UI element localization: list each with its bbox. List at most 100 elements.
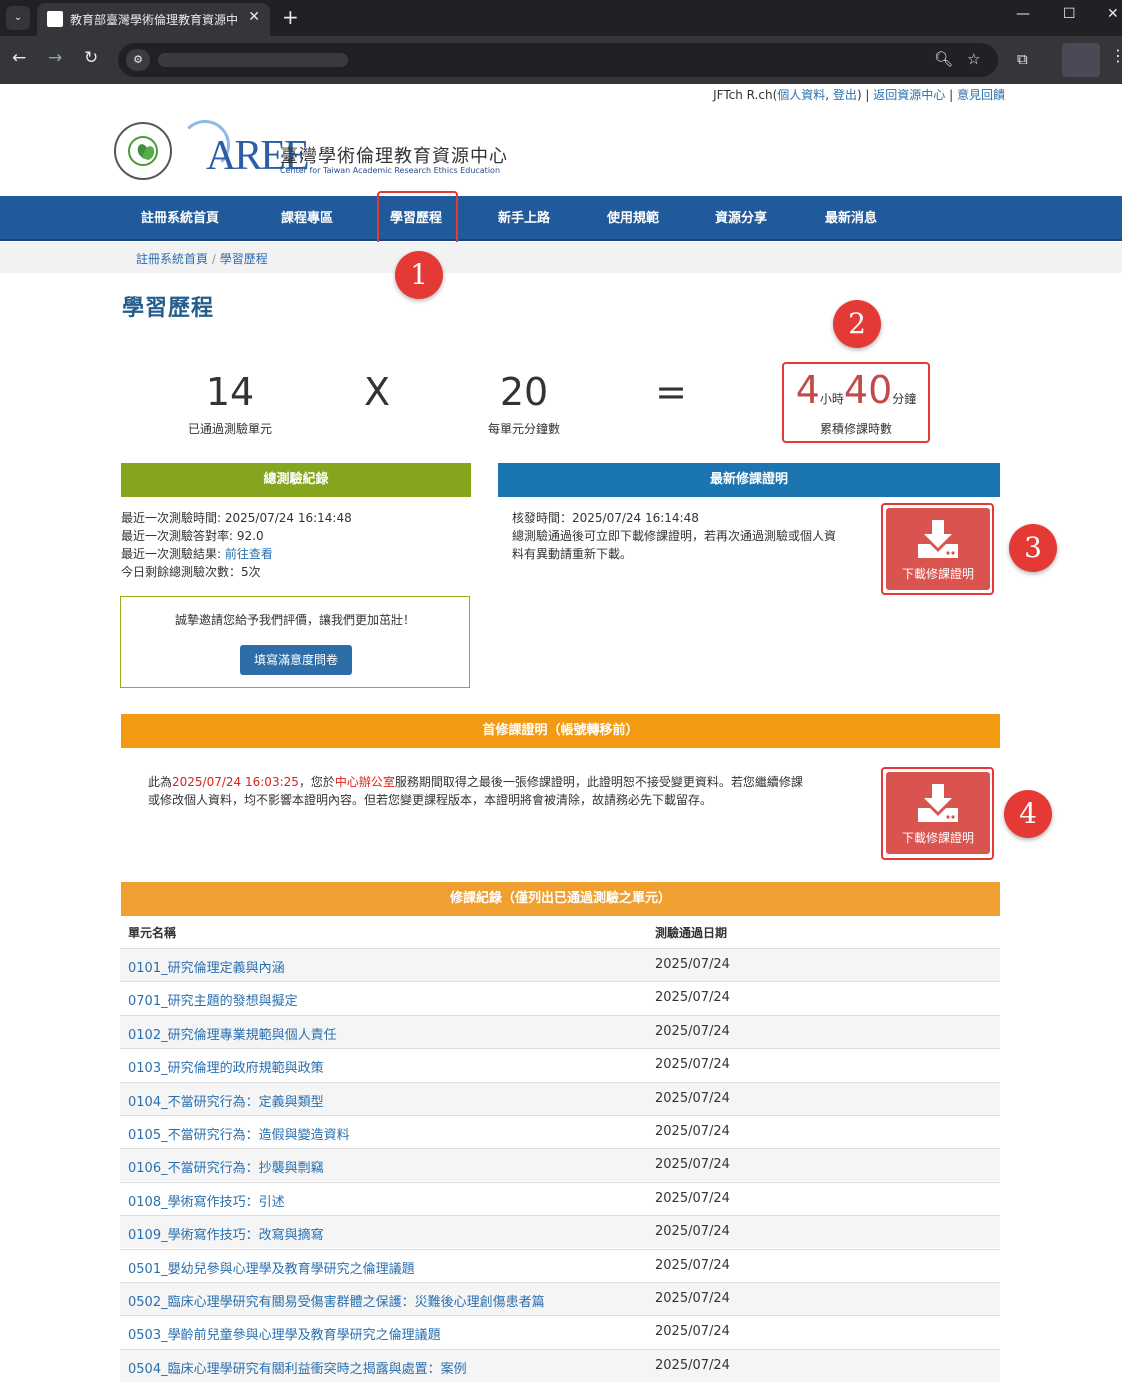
browser-toolbar: ← → ↻ ⚙ 🔍︎ ☆ ⧉ ⋮ <box>0 36 1122 84</box>
annotation-box-1 <box>377 191 458 245</box>
unit-name-link[interactable]: 0108_學術寫作技巧：引述 <box>128 1191 285 1210</box>
site-logo[interactable]: AREE 臺灣學術倫理教育資源中心 Center for Taiwan Acad… <box>114 120 514 182</box>
notice-text: 服務期間取得之最後一張修課證明，此證明恕不接受變更資料。若您繼續修課 <box>394 775 803 789</box>
tab-search-dropdown[interactable]: ⌄ <box>6 6 30 30</box>
user-bar: JFTch R.ch(個人資料, 登出) | 返回資源中心 | 意見回饋 <box>713 86 1005 103</box>
last-test-time: 最近一次測驗時間: 2025/07/24 16:14:48 <box>121 511 352 525</box>
breadcrumb-separator: / <box>208 252 220 266</box>
pass-date: 2025/07/24 <box>655 1190 730 1206</box>
url-blurred <box>158 53 348 67</box>
annotation-badge-2: 2 <box>833 300 881 348</box>
minutes-per-unit-label: 每單元分鐘數 <box>487 422 560 436</box>
nav-item-courses[interactable]: 課程專區 <box>252 196 362 241</box>
breadcrumb: 註冊系統首頁 / 學習歷程 <box>136 250 268 267</box>
equals-sign: = <box>655 370 687 414</box>
feedback-link[interactable]: 意見回饋 <box>957 88 1005 102</box>
window-close-icon[interactable]: ✕ <box>1107 6 1119 22</box>
table-header: 單元名稱 測驗通過日期 <box>120 916 1000 948</box>
annotation-box-4 <box>881 767 994 860</box>
logout-link[interactable]: 登出 <box>833 88 857 102</box>
last-test-result-label: 最近一次測驗結果: <box>121 547 225 561</box>
nav-item-register-home[interactable]: 註冊系統首頁 <box>124 196 236 241</box>
latest-cert-header: 最新修課證明 <box>498 463 1000 497</box>
nav-item-news[interactable]: 最新消息 <box>796 196 906 241</box>
col-pass-date: 測驗通過日期 <box>655 926 728 940</box>
nav-item-terms[interactable]: 使用規範 <box>578 196 688 241</box>
profile-link[interactable]: 個人資料 <box>777 88 825 102</box>
first-cert-line1: 此為2025/07/24 16:03:25，您於中心辦公室服務期間取得之最後一張… <box>148 773 838 791</box>
pass-date: 2025/07/24 <box>655 1357 730 1373</box>
pass-date: 2025/07/24 <box>655 1090 730 1106</box>
separator: | <box>945 88 957 102</box>
nav-item-getting-started[interactable]: 新手上路 <box>470 196 578 241</box>
latest-cert-info: 核發時間：2025/07/24 16:14:48 總測驗通過後可立即下載修課證明… <box>512 509 836 563</box>
pass-date: 2025/07/24 <box>655 1023 730 1039</box>
profile-avatar[interactable] <box>1062 43 1100 77</box>
minimize-icon[interactable]: — <box>1016 6 1030 22</box>
unit-name-link[interactable]: 0102_研究倫理專業規範與個人責任 <box>128 1024 337 1043</box>
unit-name-link[interactable]: 0106_不當研究行為：抄襲與剽竊 <box>128 1157 324 1176</box>
survey-button[interactable]: 填寫滿意度問卷 <box>240 645 352 675</box>
test-record-header: 總測驗紀錄 <box>121 463 471 497</box>
table-row: 0101_研究倫理定義與內涵 2025/07/24 <box>120 948 1000 981</box>
browser-tab-bar: ⌄ 教育部臺灣學術倫理教育資源中 ✕ + — ☐ ✕ <box>0 0 1122 36</box>
tab-title: 教育部臺灣學術倫理教育資源中 <box>70 13 239 27</box>
table-row: 0503_學齡前兒童參與心理學及教育學研究之倫理議題 2025/07/24 <box>120 1315 1000 1348</box>
last-test-rate: 最近一次測驗答對率: 92.0 <box>121 529 264 543</box>
breadcrumb-bar: 註冊系統首頁 / 學習歷程 <box>0 242 1122 273</box>
browser-tab[interactable]: 教育部臺灣學術倫理教育資源中 ✕ <box>37 3 270 36</box>
new-tab-button[interactable]: + <box>282 5 299 29</box>
notice-text: 此為 <box>148 775 173 789</box>
unit-name-link[interactable]: 0105_不當研究行為：造假與變造資料 <box>128 1124 350 1143</box>
annotation-box-2 <box>782 362 930 443</box>
menu-kebab-icon[interactable]: ⋮ <box>1110 46 1122 65</box>
last-test-result: 最近一次測驗結果: 前往查看 <box>121 545 352 563</box>
view-result-link[interactable]: 前往查看 <box>225 547 273 561</box>
table-row: 0106_不當研究行為：抄襲與剽竊 2025/07/24 <box>120 1148 1000 1182</box>
first-cert-notice: 此為2025/07/24 16:03:25，您於中心辦公室服務期間取得之最後一張… <box>148 773 838 809</box>
tab-close-icon[interactable]: ✕ <box>248 9 260 25</box>
nav-item-resources[interactable]: 資源分享 <box>686 196 796 241</box>
pass-date: 2025/07/24 <box>655 1057 730 1073</box>
favicon-icon <box>47 11 63 27</box>
minutes-per-unit-value: 20 <box>499 370 549 414</box>
table-row: 0103_研究倫理的政府規範與政策 2025/07/24 <box>120 1048 1000 1081</box>
separator: ) | <box>856 88 874 102</box>
pass-date: 2025/07/24 <box>655 1291 730 1306</box>
breadcrumb-current[interactable]: 學習歷程 <box>220 252 268 266</box>
breadcrumb-home[interactable]: 註冊系統首頁 <box>136 252 208 266</box>
site-info-icon[interactable]: ⚙ <box>126 49 150 71</box>
zoom-icon[interactable]: 🔍︎ <box>934 50 953 68</box>
unit-name-link[interactable]: 0104_不當研究行為：定義與類型 <box>128 1091 324 1110</box>
unit-name-link[interactable]: 0701_研究主題的發想與擬定 <box>128 990 298 1009</box>
unit-name-link[interactable]: 0504_臨床心理學研究有關利益衝突時之揭露與處置：案例 <box>128 1358 467 1377</box>
pass-date: 2025/07/24 <box>655 957 730 972</box>
table-row: 0502_臨床心理學研究有關易受傷害群體之保護：災難後心理創傷患者篇 2025/0… <box>120 1282 1000 1315</box>
unit-name-link[interactable]: 0503_學齡前兒童參與心理學及教育學研究之倫理議題 <box>128 1324 441 1343</box>
pass-date: 2025/07/24 <box>655 1224 730 1240</box>
unit-name-link[interactable]: 0103_研究倫理的政府規範與政策 <box>128 1057 324 1076</box>
unit-name-link[interactable]: 0501_嬰幼兒參與心理學及教育學研究之倫理議題 <box>128 1258 415 1277</box>
unit-name-link[interactable]: 0502_臨床心理學研究有關易受傷害群體之保護：災難後心理創傷患者篇 <box>128 1291 545 1310</box>
notice-date: 2025/07/24 16:03:25 <box>172 775 299 789</box>
unit-name-link[interactable]: 0101_研究倫理定義與內涵 <box>128 957 285 976</box>
reload-icon[interactable]: ↻ <box>84 48 98 68</box>
test-record-info: 最近一次測驗時間: 2025/07/24 16:14:48 最近一次測驗答對率:… <box>121 509 352 581</box>
address-bar[interactable]: ⚙ 🔍︎ ☆ <box>118 43 998 77</box>
bookmark-star-icon[interactable]: ☆ <box>967 50 980 68</box>
annotation-badge-4: 4 <box>1004 790 1052 838</box>
first-cert-header: 首修課證明（帳號轉移前） <box>121 714 1000 748</box>
back-to-center-link[interactable]: 返回資源中心 <box>873 88 945 102</box>
extensions-icon[interactable]: ⧉ <box>1017 50 1028 68</box>
main-nav: 註冊系統首頁 課程專區 學習歷程 新手上路 使用規範 資源分享 最新消息 <box>0 196 1122 241</box>
units-passed-value: 14 <box>205 370 255 414</box>
unit-name-link[interactable]: 0109_學術寫作技巧：改寫與摘寫 <box>128 1224 324 1243</box>
maximize-icon[interactable]: ☐ <box>1063 6 1076 22</box>
table-row: 0104_不當研究行為：定義與類型 2025/07/24 <box>120 1081 1000 1115</box>
back-icon[interactable]: ← <box>12 48 26 68</box>
forward-icon[interactable]: → <box>48 48 62 68</box>
user-name: JFTch R.ch( <box>713 88 778 102</box>
page-title: 學習歷程 <box>122 296 215 321</box>
cert-issued-time: 核發時間：2025/07/24 16:14:48 <box>512 511 699 525</box>
pass-date: 2025/07/24 <box>655 1124 730 1139</box>
